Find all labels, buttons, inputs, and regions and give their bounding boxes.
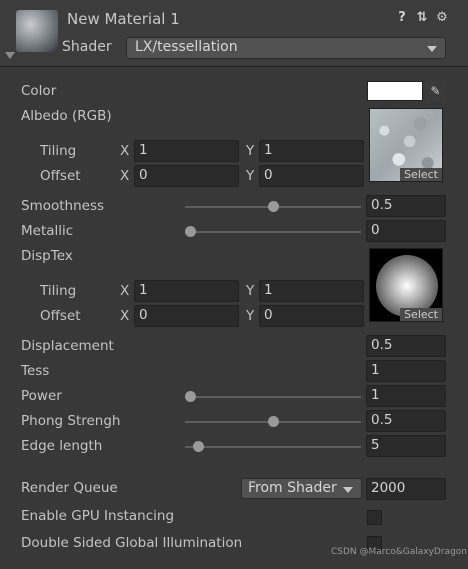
disp-tiling-label: Tiling <box>40 283 77 299</box>
disp-tiling-x-field[interactable]: 1 <box>134 280 239 302</box>
render-queue-value-field[interactable]: 2000 <box>366 478 446 500</box>
axis-y-label: Y <box>246 283 255 299</box>
albedo-offset-label: Offset <box>40 168 81 184</box>
shader-dropdown-value: LX/tessellation <box>135 39 238 55</box>
disp-tiling-y-field[interactable]: 1 <box>259 280 364 302</box>
edge-length-label: Edge length <box>21 438 103 454</box>
displacement-value-field[interactable]: 0.5 <box>366 335 446 357</box>
albedo-tiling-y-field[interactable]: 1 <box>259 140 364 162</box>
phong-value-field[interactable]: 0.5 <box>366 410 446 432</box>
axis-x-label: X <box>120 168 130 184</box>
metallic-slider-track[interactable] <box>185 231 361 233</box>
albedo-offset-x-field[interactable]: 0 <box>134 165 239 187</box>
color-label: Color <box>21 83 57 99</box>
phong-strength-label: Phong Strengh <box>21 413 121 429</box>
disp-offset-x-field[interactable]: 0 <box>134 305 239 327</box>
chevron-down-icon <box>343 487 353 493</box>
axis-x-label: X <box>120 143 130 159</box>
gpu-instancing-label: Enable GPU Instancing <box>21 508 175 524</box>
smoothness-slider-knob[interactable] <box>267 201 279 212</box>
disptex-texture-slot[interactable]: Select <box>369 248 443 322</box>
tess-label: Tess <box>21 363 50 379</box>
edge-length-slider-track[interactable] <box>185 446 361 448</box>
power-slider-knob[interactable] <box>185 391 196 402</box>
shader-dropdown[interactable]: LX/tessellation <box>126 37 446 59</box>
albedo-texture-slot[interactable]: Select <box>369 108 443 182</box>
gpu-instancing-checkbox[interactable] <box>367 510 382 525</box>
edge-length-slider-knob[interactable] <box>193 441 205 452</box>
preset-icon[interactable]: ⇅ <box>415 11 429 25</box>
disptex-select-button[interactable]: Select <box>400 308 442 321</box>
phong-slider-knob[interactable] <box>267 416 279 427</box>
power-slider-track[interactable] <box>185 396 361 398</box>
albedo-tiling-label: Tiling <box>40 143 77 159</box>
double-sided-gi-label: Double Sided Global Illumination <box>21 535 243 551</box>
render-queue-dropdown[interactable]: From Shader <box>241 478 362 499</box>
material-preview-thumbnail[interactable] <box>16 10 58 52</box>
axis-x-label: X <box>120 308 130 324</box>
axis-y-label: Y <box>246 308 255 324</box>
albedo-label: Albedo (RGB) <box>21 108 112 124</box>
disptex-label: DispTex <box>21 248 73 264</box>
disp-offset-y-field[interactable]: 0 <box>259 305 364 327</box>
power-value-field[interactable]: 1 <box>366 385 446 407</box>
eyedropper-icon[interactable]: ✎ <box>425 81 446 101</box>
color-swatch[interactable] <box>367 81 423 101</box>
material-title: New Material 1 <box>67 10 180 28</box>
albedo-offset-y-field[interactable]: 0 <box>259 165 364 187</box>
axis-y-label: Y <box>246 168 255 184</box>
render-queue-label: Render Queue <box>21 480 118 496</box>
settings-icon[interactable]: ⚙ <box>435 11 449 25</box>
disp-offset-label: Offset <box>40 308 81 324</box>
shader-label: Shader <box>62 39 112 55</box>
foldout-arrow-icon[interactable] <box>5 52 15 59</box>
metallic-slider-knob[interactable] <box>185 226 196 237</box>
smoothness-value-field[interactable]: 0.5 <box>366 195 446 217</box>
metallic-label: Metallic <box>21 223 74 239</box>
tess-value-field[interactable]: 1 <box>366 360 446 382</box>
help-icon[interactable]: ? <box>395 11 409 25</box>
albedo-select-button[interactable]: Select <box>400 168 442 181</box>
render-queue-mode: From Shader <box>248 480 337 496</box>
metallic-value-field[interactable]: 0 <box>366 220 446 242</box>
axis-y-label: Y <box>246 143 255 159</box>
smoothness-label: Smoothness <box>21 198 105 214</box>
watermark: CSDN @Marco&GalaxyDragon <box>331 547 468 557</box>
albedo-tiling-x-field[interactable]: 1 <box>134 140 239 162</box>
chevron-down-icon <box>427 46 437 52</box>
power-label: Power <box>21 388 62 404</box>
axis-x-label: X <box>120 283 130 299</box>
displacement-label: Displacement <box>21 338 114 354</box>
edge-length-value-field[interactable]: 5 <box>366 435 446 457</box>
